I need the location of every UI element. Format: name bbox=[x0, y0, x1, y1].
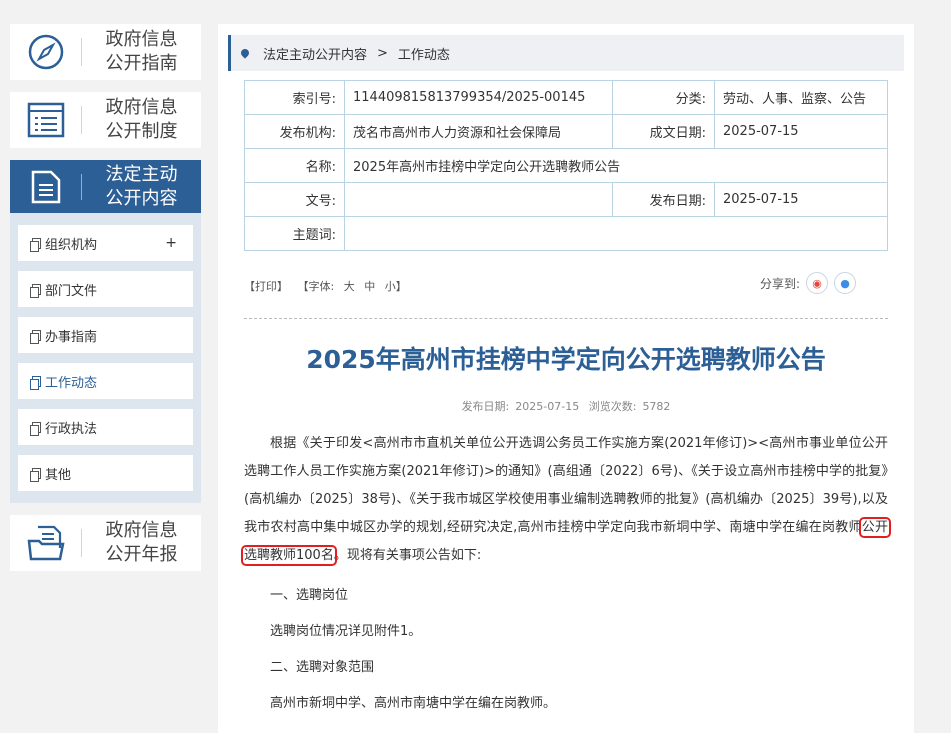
written-date-value: 2025-07-15 bbox=[714, 114, 888, 149]
index-label: 索引号: bbox=[244, 80, 345, 115]
breadcrumb: 法定主动公开内容 > 工作动态 bbox=[228, 35, 904, 71]
doc-icon bbox=[30, 237, 41, 252]
views-value: 5782 bbox=[642, 400, 671, 413]
org-value: 茂名市高州市人力资源和社会保障局 bbox=[344, 114, 613, 149]
sidebar-guide[interactable]: 政府信息 公开指南 bbox=[10, 24, 201, 80]
docno-label: 文号: bbox=[244, 182, 345, 217]
folder-document-icon bbox=[10, 515, 82, 571]
expand-plus-icon[interactable]: + bbox=[165, 235, 177, 251]
font-medium-link[interactable]: 中 bbox=[364, 280, 375, 293]
submenu-item-service-guide[interactable]: 办事指南 bbox=[18, 317, 193, 353]
qq-icon[interactable]: ● bbox=[834, 272, 856, 294]
section-text-1: 选聘岗位情况详见附件1。 bbox=[270, 624, 422, 639]
doc-icon bbox=[30, 329, 41, 344]
main-content: 法定主动公开内容 > 工作动态 索引号: 114409815813799354/… bbox=[218, 24, 914, 733]
location-pin-icon bbox=[239, 47, 251, 59]
docno-value bbox=[344, 182, 613, 217]
name-value: 2025年高州市挂榜中学定向公开选聘教师公告 bbox=[344, 148, 888, 183]
doc-icon bbox=[30, 283, 41, 298]
article-pub-info: 发布日期: 2025-07-15 浏览次数: 5782 bbox=[244, 398, 888, 414]
article-title: 2025年高州市挂榜中学定向公开选聘教师公告 bbox=[306, 345, 826, 374]
sidebar-guide-label: 政府信息 公开指南 bbox=[105, 29, 178, 74]
sidebar-statutory-label: 法定主动 公开内容 bbox=[105, 164, 178, 209]
sidebar-system[interactable]: 政府信息 公开制度 bbox=[10, 92, 201, 148]
pubdate-value: 2025-07-15 bbox=[714, 182, 888, 217]
section-text-2: 高州市新垌中学、高州市南塘中学在编在岗教师。 bbox=[270, 696, 557, 711]
name-label: 名称: bbox=[244, 148, 345, 183]
written-date-label: 成文日期: bbox=[612, 114, 715, 149]
pub-date-value: 2025-07-15 bbox=[515, 400, 580, 413]
share-label: 分享到: bbox=[759, 276, 800, 291]
breadcrumb-separator: > bbox=[377, 45, 388, 61]
divider bbox=[244, 318, 888, 319]
article-body: 根据《关于印发<高州市市直机关单位公开选调公务员工作实施方案(2021年修订)>… bbox=[241, 430, 891, 714]
category-value: 劳动、人事、监察、公告 bbox=[714, 80, 888, 115]
font-size-label: 【字体: bbox=[297, 280, 335, 293]
views-label: 浏览次数: bbox=[588, 400, 637, 413]
sidebar-statutory[interactable]: 法定主动 公开内容 bbox=[10, 160, 201, 214]
sidebar-system-label: 政府信息 公开制度 bbox=[105, 97, 178, 142]
compass-icon bbox=[10, 24, 82, 80]
doc-icon bbox=[30, 467, 41, 482]
section-heading-1: 一、选聘岗位 bbox=[270, 588, 349, 603]
font-large-link[interactable]: 大 bbox=[344, 280, 355, 293]
submenu-item-law-enforcement[interactable]: 行政执法 bbox=[18, 409, 193, 445]
list-document-icon bbox=[10, 92, 82, 148]
print-link[interactable]: 【打印】 bbox=[244, 280, 288, 293]
article-tools: 【打印】 【字体: 大 中 小】 bbox=[244, 278, 413, 294]
subject-value bbox=[344, 216, 888, 251]
doc-icon bbox=[30, 375, 41, 390]
document-meta-table: 索引号: 114409815813799354/2025-00145 分类: 劳… bbox=[244, 80, 888, 251]
org-label: 发布机构: bbox=[244, 114, 345, 149]
sidebar-submenu: 组织机构 + 部门文件 办事指南 工作动态 行政执法 其他 bbox=[10, 213, 201, 503]
breadcrumb-statutory[interactable]: 法定主动公开内容 bbox=[263, 44, 367, 63]
subject-label: 主题词: bbox=[244, 216, 345, 251]
category-label: 分类: bbox=[612, 80, 715, 115]
index-value: 114409815813799354/2025-00145 bbox=[344, 80, 613, 115]
submenu-item-department-docs[interactable]: 部门文件 bbox=[18, 271, 193, 307]
sidebar-annual-report[interactable]: 政府信息 公开年报 bbox=[10, 515, 201, 571]
doc-icon bbox=[30, 421, 41, 436]
pub-date-label: 发布日期: bbox=[461, 400, 510, 413]
font-small-link[interactable]: 小】 bbox=[385, 280, 407, 293]
section-heading-2: 二、选聘对象范围 bbox=[270, 660, 375, 675]
submenu-item-work-news[interactable]: 工作动态 bbox=[18, 363, 193, 399]
breadcrumb-work-news[interactable]: 工作动态 bbox=[398, 44, 450, 63]
submenu-item-organization[interactable]: 组织机构 + bbox=[18, 225, 193, 261]
document-icon bbox=[10, 160, 82, 214]
share-bar: 分享到: ◉ ● bbox=[760, 272, 856, 294]
submenu-item-other[interactable]: 其他 bbox=[18, 455, 193, 491]
article-paragraph: 根据《关于印发<高州市市直机关单位公开选调公务员工作实施方案(2021年修订)>… bbox=[241, 436, 891, 566]
pubdate-label: 发布日期: bbox=[612, 182, 715, 217]
weibo-icon[interactable]: ◉ bbox=[806, 272, 828, 294]
sidebar-annual-label: 政府信息 公开年报 bbox=[105, 520, 178, 565]
